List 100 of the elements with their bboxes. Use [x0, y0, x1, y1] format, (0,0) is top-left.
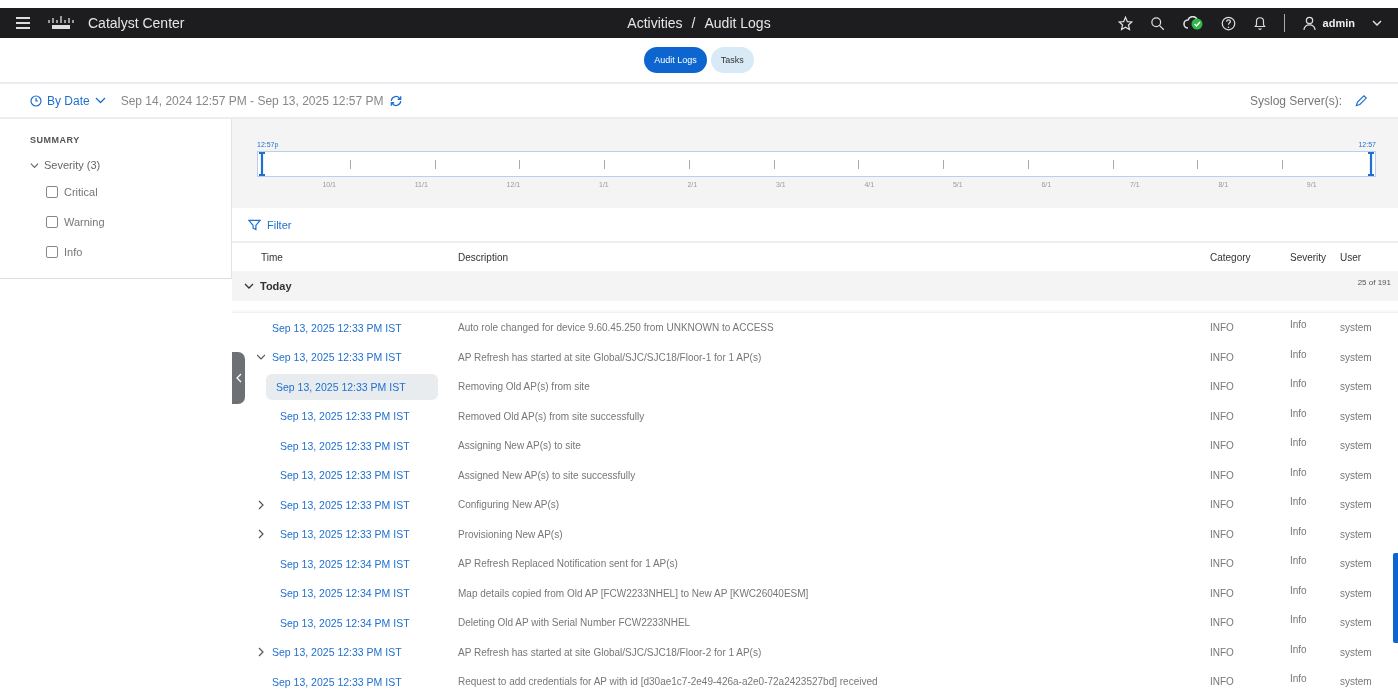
description-cell-text: AP Refresh Replaced Notification sent for 1 AP(s): [458, 558, 679, 570]
description-cell-text: Removing Old AP(s) from site: [458, 381, 591, 393]
description-cell-text: Provisioning New AP(s): [458, 528, 564, 540]
user-name[interactable]: admin: [1322, 17, 1355, 29]
time-link[interactable]: Sep 13, 2025 12:33 PM IST: [268, 345, 406, 370]
filter-icon[interactable]: [248, 218, 261, 231]
help-icon[interactable]: [1220, 15, 1236, 31]
column-header[interactable]: Severity: [1290, 251, 1340, 263]
category-cell-text: INFO: [1210, 440, 1235, 452]
user-cell-text: system: [1340, 499, 1373, 511]
group-row[interactable]: Today 25 of 191: [232, 271, 1398, 301]
syslog-label: Syslog Server(s):: [1249, 93, 1342, 108]
time-link[interactable]: Sep 13, 2025 12:33 PM IST: [266, 373, 438, 400]
user-cell-text: system: [1340, 322, 1373, 334]
time-link[interactable]: Sep 13, 2025 12:33 PM IST: [276, 404, 414, 429]
range-handle[interactable]: [258, 152, 266, 176]
pencil-icon[interactable]: [1354, 93, 1368, 108]
chevron-down-icon[interactable]: [244, 282, 254, 290]
severity-cell-text: Info: [1290, 466, 1308, 478]
date-mode-dropdown[interactable]: By Date: [47, 93, 90, 108]
time-link[interactable]: Sep 13, 2025 12:33 PM IST: [276, 492, 414, 517]
time-link[interactable]: Sep 13, 2025 12:34 PM IST: [276, 551, 414, 576]
checkbox-label: Warning: [64, 216, 105, 228]
severity-cell-text: Info: [1290, 348, 1308, 360]
column-header[interactable]: Description: [458, 251, 1210, 263]
category-cell-text: INFO: [1210, 410, 1235, 422]
menu-icon[interactable]: [16, 17, 30, 29]
timeline-track[interactable]: [257, 151, 1376, 177]
category-cell-text: INFO: [1210, 646, 1235, 658]
breadcrumb-link[interactable]: Activities: [627, 15, 683, 31]
description-cell-text: Assigning New AP(s) to site: [458, 440, 582, 452]
severity-cell-text: Info: [1290, 643, 1308, 655]
user-cell-text: system: [1340, 469, 1373, 481]
range-handle[interactable]: [1366, 152, 1375, 176]
severity-cell-text: Info: [1290, 437, 1308, 449]
severity-cell-text: Info: [1290, 614, 1308, 626]
severity-cell-text: Info: [1290, 407, 1308, 419]
filter-button[interactable]: Filter: [248, 218, 292, 231]
description-cell-text: AP Refresh has started at site Global/SJC/SJC18/Floor-2 for 1 AP(s): [458, 646, 763, 658]
product-name: Catalyst Center: [88, 15, 185, 31]
time-link[interactable]: Sep 13, 2025 12:33 PM IST: [276, 522, 414, 547]
cloud-check-icon[interactable]: [1181, 16, 1204, 30]
chevron-right-icon[interactable]: [257, 499, 265, 510]
collapse-handle[interactable]: [232, 352, 245, 404]
breadcrumb-separator: /: [691, 15, 696, 31]
star-icon[interactable]: [1117, 15, 1133, 31]
time-link[interactable]: Sep 13, 2025 12:33 PM IST: [276, 433, 414, 458]
bridge-logo-icon: [48, 16, 74, 30]
user-cell-text: system: [1340, 351, 1373, 363]
refresh-icon[interactable]: [388, 93, 403, 108]
scrollbar-thumb[interactable]: [1393, 553, 1398, 643]
description-cell-text: Deleting Old AP with Serial Number FCW2233NHEL: [458, 617, 692, 629]
time-link[interactable]: Sep 13, 2025 12:33 PM IST: [276, 463, 414, 488]
user-cell-text: system: [1340, 617, 1373, 629]
user-icon[interactable]: [1301, 15, 1317, 31]
category-cell-text: INFO: [1210, 587, 1235, 599]
checkbox-label: Critical: [64, 186, 98, 198]
time-link[interactable]: Sep 13, 2025 12:34 PM IST: [276, 581, 414, 606]
chevron-right-icon[interactable]: [257, 529, 265, 540]
date-range: Sep 14, 2024 12:57 PM - Sep 13, 2025 12:57 PM: [120, 93, 384, 108]
severity-cell-text: Info: [1290, 673, 1308, 685]
time-link[interactable]: Sep 13, 2025 12:33 PM IST: [268, 640, 406, 665]
user-cell-text: system: [1340, 381, 1373, 393]
user-cell-text: system: [1340, 676, 1373, 688]
column-header[interactable]: Time: [232, 251, 458, 263]
search-icon[interactable]: [1149, 15, 1165, 31]
description-cell-text: Map details copied from Old AP [FCW2233NHEL] to New AP [KWC26040ESM]: [458, 587, 810, 599]
tab[interactable]: Tasks: [710, 47, 754, 73]
page-title: Audit Logs: [704, 15, 771, 31]
row-count: 25 of 191: [1357, 278, 1391, 287]
column-header[interactable]: Category: [1210, 251, 1290, 263]
time-link[interactable]: Sep 13, 2025 12:33 PM IST: [268, 669, 406, 694]
severity-group-label[interactable]: Severity (3): [44, 159, 101, 171]
column-header[interactable]: User: [1340, 251, 1398, 263]
summary-heading: SUMMARY: [30, 135, 81, 145]
severity-cell-text: Info: [1290, 584, 1308, 596]
category-cell-text: INFO: [1210, 351, 1235, 363]
severity-cell-text: Info: [1290, 378, 1308, 390]
description-cell-text: Configuring New AP(s): [458, 499, 561, 511]
severity-cell-text: Info: [1290, 319, 1308, 331]
category-cell-text: INFO: [1210, 676, 1235, 688]
user-cell-text: system: [1340, 587, 1373, 599]
time-link[interactable]: Sep 13, 2025 12:33 PM IST: [268, 315, 406, 340]
checkbox[interactable]: [46, 186, 58, 198]
category-cell-text: INFO: [1210, 322, 1235, 334]
checkbox[interactable]: [46, 216, 58, 228]
category-cell-text: INFO: [1210, 528, 1235, 540]
user-cell-text: system: [1340, 558, 1373, 570]
user-cell-text: system: [1340, 410, 1373, 422]
category-cell-text: INFO: [1210, 381, 1235, 393]
clock-icon: [30, 94, 42, 107]
description-cell-text: AP Refresh has started at site Global/SJC/SJC18/Floor-1 for 1 AP(s): [458, 351, 763, 363]
bell-icon[interactable]: [1252, 15, 1267, 31]
description-cell-text: Assigned New AP(s) to site successfully: [458, 469, 637, 481]
tab[interactable]: Audit Logs: [644, 47, 707, 73]
checkbox[interactable]: [46, 246, 58, 258]
chevron-right-icon[interactable]: [257, 647, 265, 658]
group-label: Today: [260, 280, 292, 292]
time-link[interactable]: Sep 13, 2025 12:34 PM IST: [276, 610, 414, 635]
description-cell-text: Removed Old AP(s) from site successfully: [458, 410, 646, 422]
